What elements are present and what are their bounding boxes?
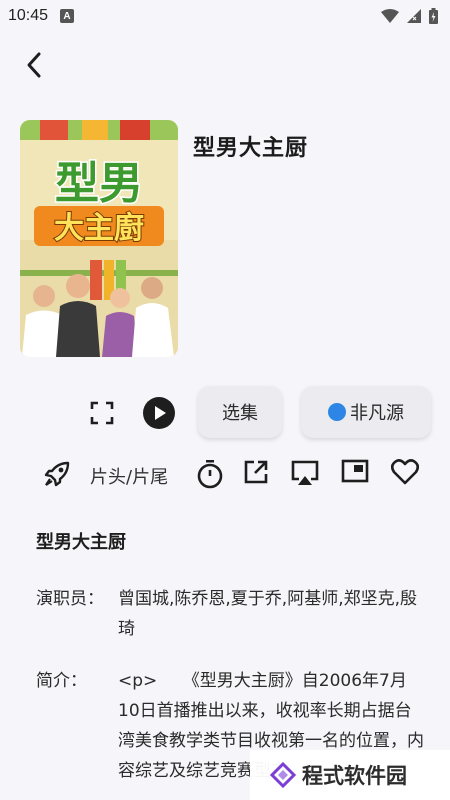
show-title: 型男大主厨 xyxy=(193,136,309,161)
favorite-button[interactable] xyxy=(390,459,420,489)
picture-in-picture-button[interactable] xyxy=(341,459,369,487)
show-poster: 型男 大主廚 xyxy=(20,120,178,357)
source-label: 非凡源 xyxy=(350,403,404,424)
action-bar: 片头/片尾 xyxy=(0,455,450,493)
cast-icon xyxy=(291,460,319,485)
watermark: 程式软件园 xyxy=(250,750,450,800)
fullscreen-icon xyxy=(90,401,114,425)
cast-label: 演职员： xyxy=(36,589,104,609)
episodes-label: 选集 xyxy=(222,403,258,424)
cast-button[interactable] xyxy=(290,459,320,491)
cast-row: 演职员： 曾国城,陈乔恩,夏于乔,阿基师,郑坚克,殷琦 xyxy=(36,584,426,644)
source-button[interactable]: 非凡源 xyxy=(301,386,431,438)
source-dot-icon xyxy=(328,403,346,421)
status-time: 10:45 xyxy=(8,7,49,24)
watermark-logo-icon xyxy=(270,762,296,788)
rocket-button[interactable] xyxy=(42,459,72,493)
show-details: 型男大主厨 演职员： 曾国城,陈乔恩,夏于乔,阿基师,郑坚克,殷琦 简介： <p… xyxy=(36,528,426,786)
cast-value: 曾国城,陈乔恩,夏于乔,阿基师,郑坚克,殷琦 xyxy=(118,589,418,639)
episodes-button[interactable]: 选集 xyxy=(198,386,282,438)
plot-label: 简介： xyxy=(36,671,87,691)
wifi-icon xyxy=(381,9,399,23)
notification-app-icon: A xyxy=(60,9,75,23)
battery-icon xyxy=(429,8,438,24)
signal-icon xyxy=(407,9,421,23)
details-title: 型男大主厨 xyxy=(36,532,126,553)
watermark-text: 程式软件园 xyxy=(302,764,407,788)
status-icons xyxy=(381,8,438,24)
play-button[interactable] xyxy=(142,396,176,430)
fullscreen-button[interactable] xyxy=(90,401,114,425)
poster-title-line2: 大主廚 xyxy=(54,211,144,246)
timer-icon xyxy=(197,460,223,489)
player-controls: 选集 非凡源 xyxy=(0,386,450,440)
open-external-icon xyxy=(244,460,268,484)
timer-button[interactable] xyxy=(196,459,224,493)
heart-icon xyxy=(390,459,420,485)
picture-in-picture-icon xyxy=(341,459,369,483)
intro-outro-button[interactable]: 片头/片尾 xyxy=(90,463,168,489)
play-icon xyxy=(143,397,175,429)
chevron-left-icon xyxy=(27,52,41,78)
rocket-icon xyxy=(44,461,70,487)
poster-title-line1: 型男 xyxy=(55,158,143,209)
status-bar: 10:45 A xyxy=(0,0,450,32)
open-external-button[interactable] xyxy=(243,459,269,489)
back-button[interactable] xyxy=(22,50,48,80)
